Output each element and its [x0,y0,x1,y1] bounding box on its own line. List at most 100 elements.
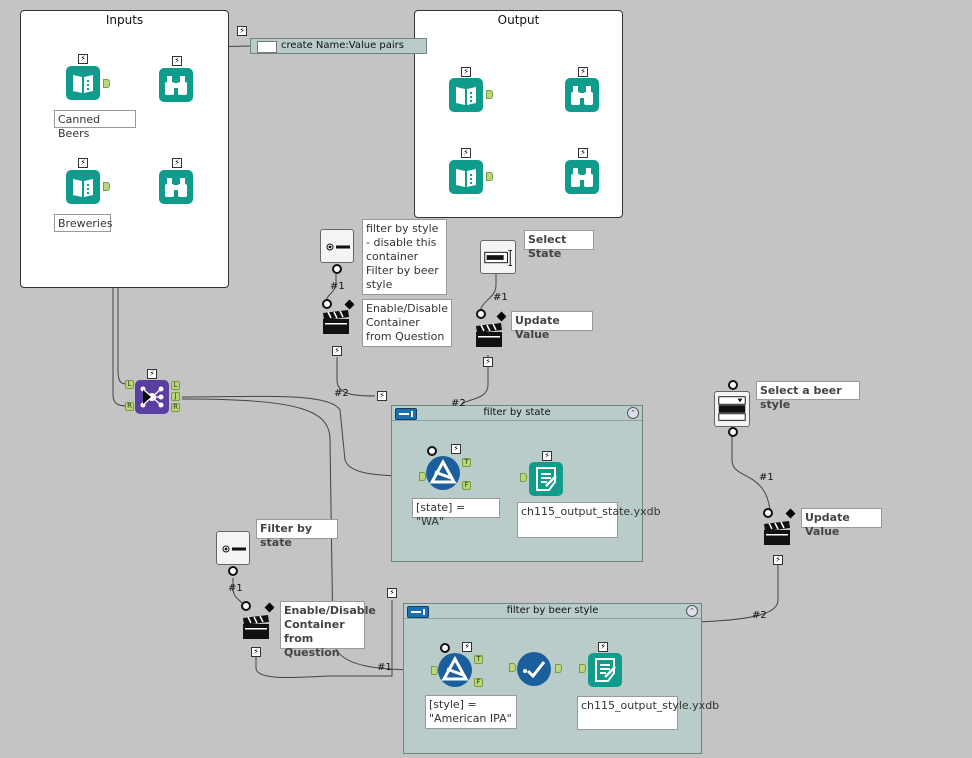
join-output-anchor-left[interactable]: L [171,381,180,390]
bolt-icon: ⚡ [78,54,88,64]
workflow-canvas[interactable]: Inputs Output create Name:Value pairs ⚡ … [0,0,972,758]
bolt-icon: ⚡ [387,588,397,598]
browse-tool[interactable] [159,170,193,204]
connection-label: #1 [493,292,508,303]
container-title: filter by state [483,407,551,418]
action-diamond-icon [264,602,275,613]
binoculars-icon [571,86,593,105]
connection-label: #1 [377,662,392,673]
bolt-icon: ⚡ [542,451,552,461]
action-tool[interactable] [322,309,350,335]
collapse-icon[interactable]: ⌃ [627,407,639,419]
radio-button-question-tool[interactable] [320,229,354,263]
connection-label: #2 [334,388,349,399]
bolt-icon: ⚡ [237,26,247,36]
bolt-icon: ⚡ [462,642,472,652]
container-title: Output [497,13,540,27]
join-icon [140,386,164,408]
binoculars-icon [165,76,187,95]
textbox-icon [484,249,513,267]
connection-label: #1 [759,472,774,483]
binoculars-icon [165,178,187,197]
output-data-tool-state[interactable] [529,462,563,496]
tool-label-enable-disable-1: Enable/Disable Container from Question [362,299,452,347]
output-anchor[interactable] [103,182,110,191]
output-anchor[interactable] [486,172,493,181]
join-input-anchor-right[interactable]: R [125,402,134,411]
output-document-icon [536,467,557,491]
select-check-icon [523,661,546,679]
container-inputs[interactable]: Inputs [20,10,229,288]
join-output-anchor-join[interactable]: J [171,392,180,401]
action-diamond-icon [344,299,355,310]
question-anchor[interactable] [322,299,332,309]
drop-down-question-tool[interactable] [714,391,750,427]
question-anchor[interactable] [763,508,773,518]
tool-label-filter-by-state: Filter by state [256,519,338,549]
book-icon [456,87,476,105]
filter-icon [441,655,469,681]
question-anchor[interactable] [728,380,738,390]
clapperboard-icon [323,310,349,334]
connection-label: #2 [752,610,767,621]
connection-label: #1 [228,583,243,594]
radio-icon [222,545,246,553]
question-anchor[interactable] [728,427,738,437]
action-diamond-icon [785,508,796,519]
output-anchor[interactable] [103,79,110,88]
bolt-icon: ⚡ [172,56,182,66]
filter-tool-state[interactable] [426,456,460,490]
tool-label-enable-disable-2: Enable/Disable Container from Question [280,601,376,659]
output-anchor[interactable] [486,90,493,99]
question-anchor[interactable] [476,309,486,319]
action-tool[interactable] [763,520,791,546]
input-anchor[interactable] [431,666,438,675]
input-data-tool[interactable] [449,160,483,194]
select-tool[interactable] [517,652,551,686]
join-input-anchor-left[interactable]: L [125,380,134,389]
connection-label: #2 [451,398,466,409]
output-anchor[interactable] [555,664,562,673]
input-anchor[interactable] [509,663,516,672]
question-anchor[interactable] [440,643,450,653]
question-anchor[interactable] [332,264,342,274]
output-data-tool-style[interactable] [588,653,622,687]
bolt-icon: ⚡ [461,67,471,77]
bolt-icon: ⚡ [773,555,783,565]
question-anchor[interactable] [228,566,238,576]
clapperboard-icon [476,323,502,347]
filter-tool-style[interactable] [438,653,472,687]
radio-button-question-tool[interactable] [216,531,250,565]
input-data-tool-breweries[interactable] [66,170,100,204]
collapse-icon[interactable]: ⌃ [686,605,698,617]
question-anchor[interactable] [427,446,437,456]
browse-tool[interactable] [565,160,599,194]
input-anchor[interactable] [579,664,586,673]
filter-true-anchor[interactable]: T [474,655,483,664]
input-anchor[interactable] [520,473,527,482]
binoculars-icon [571,168,593,187]
text-box-question-tool[interactable] [480,240,516,274]
comment-icon [257,41,277,53]
input-anchor[interactable] [419,472,426,481]
bolt-icon: ⚡ [461,148,471,158]
bolt-icon: ⚡ [377,391,387,401]
join-tool[interactable] [135,380,169,414]
filter-false-anchor[interactable]: F [462,481,471,490]
action-diamond-icon [496,311,507,322]
input-data-tool[interactable] [449,78,483,112]
question-anchor[interactable] [241,601,251,611]
input-data-tool-canned-beers[interactable] [66,66,100,100]
tool-label-breweries: Breweries [54,214,112,232]
browse-tool[interactable] [159,68,193,102]
filter-false-anchor[interactable]: F [474,678,483,687]
action-tool[interactable] [475,322,503,348]
browse-tool[interactable] [565,78,599,112]
bolt-icon: ⚡ [483,357,493,367]
tool-label-update-value-2: Update Value [801,508,882,538]
filter-true-anchor[interactable]: T [462,458,471,467]
comment-tool[interactable]: create Name:Value pairs [250,38,427,54]
join-output-anchor-right[interactable]: R [171,403,180,412]
book-icon [73,75,93,93]
action-tool[interactable] [242,614,270,640]
